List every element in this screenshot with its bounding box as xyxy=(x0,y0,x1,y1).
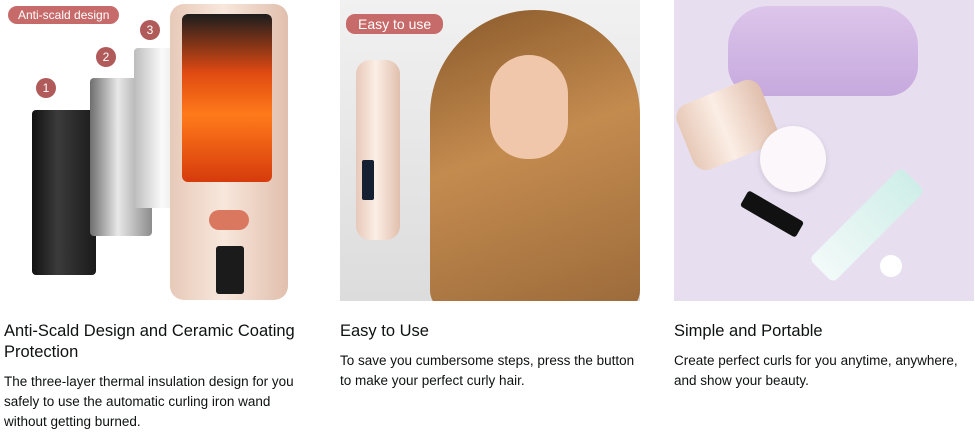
feature-card-easy-to-use: Easy to use Easy to Use To save you cumb… xyxy=(340,0,640,388)
card-heading: Anti-Scald Design and Ceramic Coating Pr… xyxy=(4,322,295,361)
power-button-graphic xyxy=(209,210,249,230)
product-image-anti-scald: Anti-scald design 1 2 3 xyxy=(4,0,304,301)
card-heading: Simple and Portable xyxy=(674,322,823,340)
product-image-portable xyxy=(674,0,974,301)
lcd-display-graphic xyxy=(362,160,374,200)
lcd-display-graphic xyxy=(216,246,244,294)
feature-card-anti-scald: Anti-scald design 1 2 3 Anti-Scald Desig… xyxy=(4,0,304,429)
layer-number-badge: 3 xyxy=(140,20,160,40)
layer-number-badge: 1 xyxy=(36,78,56,98)
image-tag: Anti-scald design xyxy=(8,6,120,24)
makeup-sponge xyxy=(880,255,902,277)
card-heading: Easy to Use xyxy=(340,322,429,340)
image-tag: Easy to use xyxy=(346,14,444,34)
card-description: To save you cumbersome steps, press the … xyxy=(340,353,635,388)
card-description: Create perfect curls for you anytime, an… xyxy=(674,353,958,388)
feature-card-portable: Simple and Portable Create perfect curls… xyxy=(674,0,974,388)
model-face xyxy=(490,55,568,159)
product-image-easy-to-use: Easy to use xyxy=(340,0,640,301)
curler-device xyxy=(356,60,400,240)
insulation-layer-1 xyxy=(32,110,96,275)
card-description: The three-layer thermal insulation desig… xyxy=(4,374,294,429)
powder-puff xyxy=(760,126,826,192)
heating-core xyxy=(182,14,272,182)
layer-number-badge: 2 xyxy=(96,47,116,67)
